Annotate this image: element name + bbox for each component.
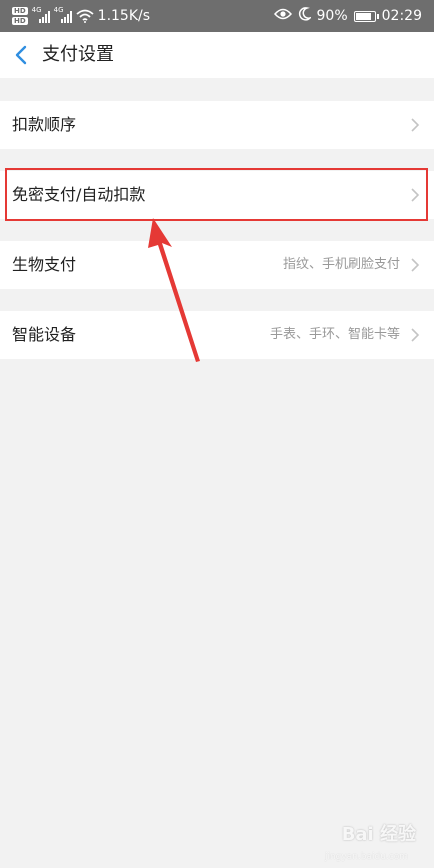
row-label: 扣款顺序	[12, 115, 77, 134]
signal-icon: 4G	[32, 7, 50, 23]
chevron-right-icon	[410, 257, 420, 273]
chevron-right-icon	[410, 117, 420, 133]
row-label: 智能设备	[12, 325, 77, 344]
wifi-icon	[76, 9, 94, 23]
network-speed: 1.15K/s	[97, 8, 151, 24]
eye-icon	[273, 8, 292, 24]
battery-icon	[353, 10, 379, 22]
annotation-arrow-icon	[148, 218, 200, 362]
page-title: 支付设置	[42, 44, 114, 65]
app-header: 支付设置	[0, 32, 434, 78]
row-payment-order[interactable]: 扣款顺序	[0, 101, 434, 149]
watermark-logo: Bai 经验	[341, 824, 416, 845]
row-smart-devices[interactable]: 智能设备 手表、手环、智能卡等	[0, 311, 434, 359]
chevron-right-icon	[410, 187, 420, 203]
row-value: 指纹、手机刷脸支付	[282, 257, 400, 272]
row-password-free-payment[interactable]: 免密支付/自动扣款	[0, 171, 434, 219]
back-icon[interactable]	[12, 44, 32, 66]
status-bar: HD HD 4G 4G 1.15K/s 90% 02:29	[0, 0, 434, 32]
hd-badge: HD	[12, 17, 28, 25]
hd-badge: HD	[12, 7, 28, 15]
signal-icon: 4G	[54, 7, 72, 23]
row-value: 手表、手环、智能卡等	[269, 327, 400, 342]
chevron-right-icon	[410, 327, 420, 343]
battery-percent: 90%	[316, 8, 348, 24]
moon-icon	[298, 7, 313, 25]
hd-icon: HD HD	[12, 7, 28, 25]
watermark-url: jingyan.baidu.com	[324, 852, 408, 862]
status-left: HD HD 4G 4G 1.15K/s	[12, 0, 150, 32]
status-right: 90% 02:29	[273, 0, 422, 32]
row-biometric-payment[interactable]: 生物支付 指纹、手机刷脸支付	[0, 241, 434, 289]
clock: 02:29	[381, 8, 422, 24]
row-label: 免密支付/自动扣款	[12, 185, 146, 204]
row-label: 生物支付	[12, 255, 77, 274]
